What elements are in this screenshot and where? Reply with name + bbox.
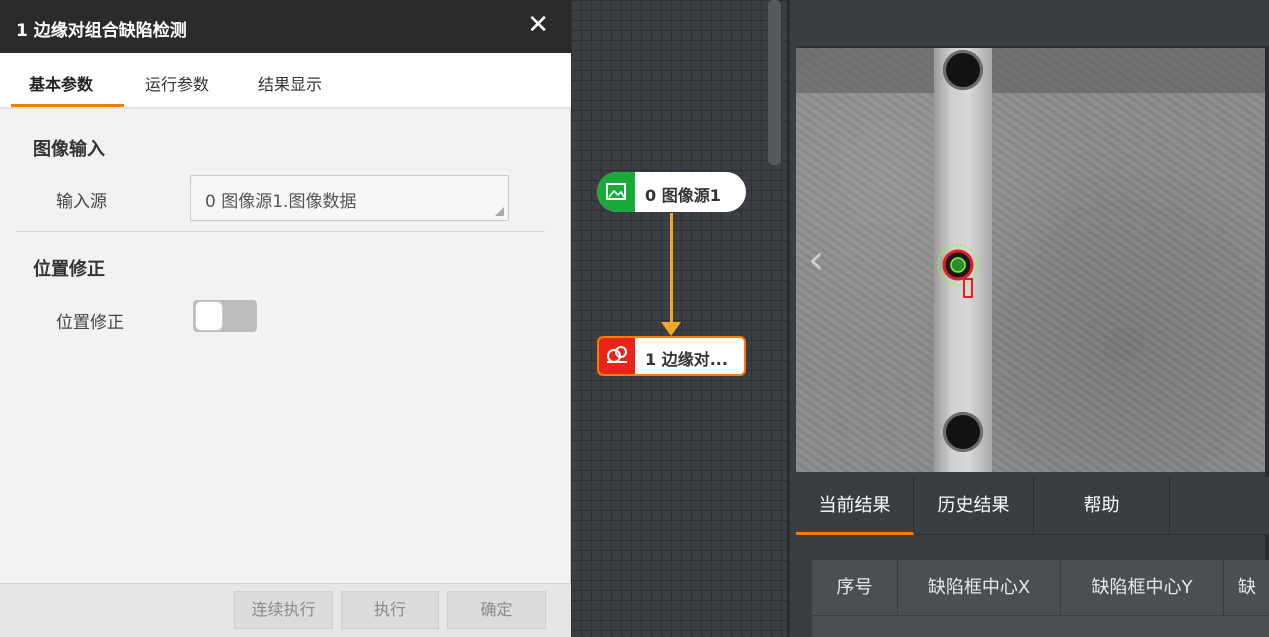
flow-node-image-source[interactable]: 0 图像源1: [597, 172, 746, 212]
toggle-knob: [195, 301, 223, 331]
flow-arrow-icon: [661, 322, 681, 336]
table-header-index[interactable]: 序号: [812, 560, 898, 616]
chevron-left-icon[interactable]: ‹: [808, 240, 824, 280]
flow-node-defect-detect[interactable]: 1 边缘对...: [597, 336, 746, 376]
node-label: 1 边缘对...: [645, 350, 728, 369]
image-viewer[interactable]: [796, 48, 1265, 472]
defect-detect-icon: [599, 338, 635, 374]
table-header-center-x[interactable]: 缺陷框中心X: [898, 560, 1061, 616]
canvas-scrollbar[interactable]: [768, 0, 781, 165]
section-position-correction: 位置修正: [33, 259, 105, 280]
flow-connector: [670, 213, 673, 325]
top-hole: [943, 50, 983, 90]
position-correction-toggle[interactable]: [193, 300, 257, 332]
tab-history-result[interactable]: 历史结果: [914, 477, 1034, 535]
input-source-value: 0 图像源1.图像数据: [205, 192, 357, 212]
module-settings-dialog: 1 边缘对组合缺陷检测 ✕ 基本参数 运行参数 结果显示 图像输入 输入源 0 …: [0, 0, 571, 637]
image-viewer-toolbar: [796, 0, 1269, 48]
node-label: 0 图像源1: [645, 186, 721, 205]
dropdown-corner-icon: [495, 207, 504, 216]
tab-basic-params[interactable]: 基本参数: [29, 71, 93, 95]
table-header-center-y[interactable]: 缺陷框中心Y: [1061, 560, 1224, 616]
input-source-label: 输入源: [56, 192, 107, 212]
dialog-title: 1 边缘对组合缺陷检测: [16, 21, 187, 41]
section-image-input: 图像输入: [33, 139, 105, 160]
input-source-field[interactable]: 0 图像源1.图像数据: [190, 175, 509, 221]
flow-canvas[interactable]: [571, 0, 788, 637]
image-shadow-band: [796, 48, 1265, 93]
section-divider: [16, 231, 545, 232]
continuous-run-button[interactable]: 连续执行: [234, 591, 333, 629]
confirm-button[interactable]: 确定: [447, 591, 546, 629]
tab-result-display[interactable]: 结果显示: [258, 71, 322, 95]
result-tabs: 当前结果 历史结果 帮助: [796, 477, 1269, 535]
result-table: 序号 缺陷框中心X 缺陷框中心Y 缺: [812, 560, 1269, 637]
tab-current-result[interactable]: 当前结果: [796, 477, 914, 535]
run-button[interactable]: 执行: [341, 591, 439, 629]
right-edge-splitter: [1265, 48, 1269, 637]
dialog-tabs: 基本参数 运行参数 结果显示: [0, 53, 571, 109]
image-icon: [597, 172, 635, 212]
close-icon[interactable]: ✕: [527, 10, 549, 40]
dialog-title-bar: 1 边缘对组合缺陷检测 ✕: [0, 0, 571, 53]
app-root: 1 边缘对组合缺陷检测 ✕ 基本参数 运行参数 结果显示 图像输入 输入源 0 …: [0, 0, 1269, 637]
position-correction-label: 位置修正: [56, 313, 124, 333]
dialog-footer: 连续执行 执行 确定: [0, 583, 571, 637]
table-header-truncated[interactable]: 缺: [1224, 560, 1269, 616]
tab-help[interactable]: 帮助: [1034, 477, 1170, 535]
bottom-hole: [943, 412, 983, 452]
active-tab-indicator: [11, 104, 124, 107]
tab-run-params[interactable]: 运行参数: [145, 71, 209, 95]
defect-marker-overlay: [937, 244, 979, 298]
